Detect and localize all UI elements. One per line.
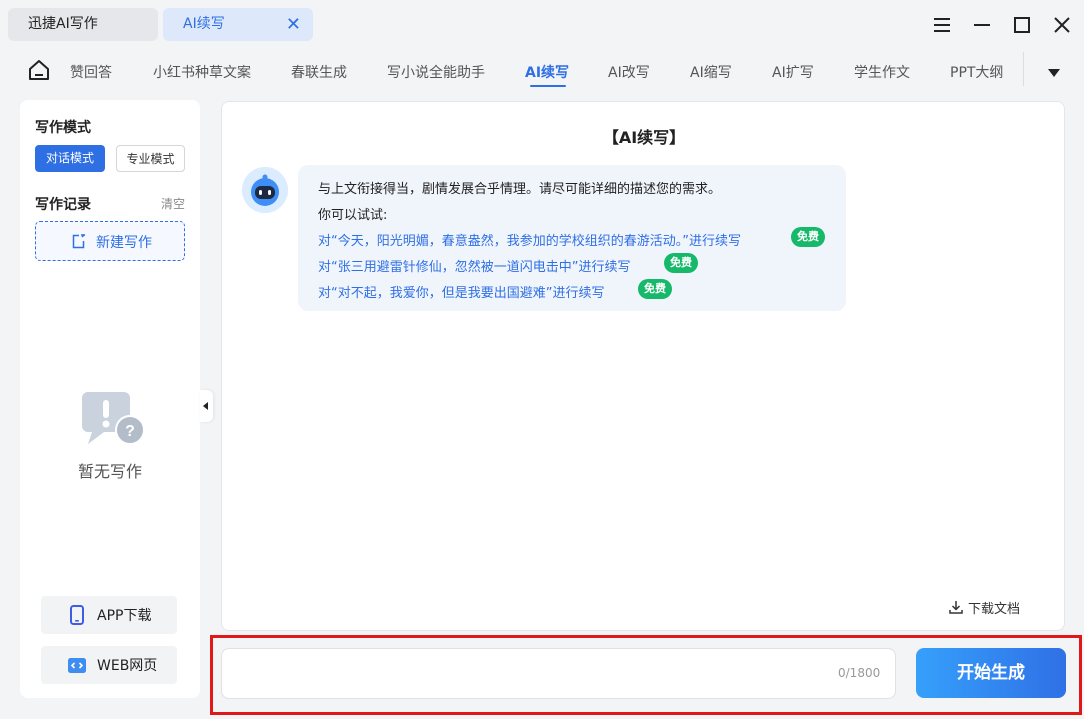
close-tab-icon[interactable]: ✕ xyxy=(286,8,301,41)
nav-item-ai-shorten[interactable]: AI缩写 xyxy=(690,62,732,82)
assistant-message: 与上文衔接得当，剧情发展合乎情理。请尽可能详细的描述您的需求。 你可以试试: 对… xyxy=(298,165,846,311)
new-document-icon xyxy=(71,234,86,249)
nav-item-ppt-outline[interactable]: PPT大纲 xyxy=(950,62,1003,82)
download-icon xyxy=(948,599,964,615)
clear-records-button[interactable]: 清空 xyxy=(161,195,185,212)
sidebar: 写作模式 对话模式 专业模式 写作记录 清空 新建写作 ? 暂无写作 APP下载… xyxy=(20,100,200,698)
title-bar: 迅捷AI写作 AI续写 ✕ xyxy=(0,0,1084,50)
nav-item-novel-assistant[interactable]: 写小说全能助手 xyxy=(387,62,485,82)
home-icon[interactable] xyxy=(28,59,50,81)
writing-records-title: 写作记录 xyxy=(35,197,91,213)
feature-nav: 赞回答 小红书种草文案 春联生成 写小说全能助手 AI续写 AI改写 AI缩写 … xyxy=(0,50,1084,90)
nav-more-chevron-icon[interactable] xyxy=(1046,64,1062,77)
tab-xunjie-ai-writing[interactable]: 迅捷AI写作 xyxy=(8,8,158,41)
free-badge: 免费 xyxy=(638,279,672,299)
message-intro: 与上文衔接得当，剧情发展合乎情理。请尽可能详细的描述您的需求。 xyxy=(318,182,722,197)
new-writing-label: 新建写作 xyxy=(96,235,152,251)
close-window-icon[interactable] xyxy=(1049,12,1075,38)
nav-divider xyxy=(1023,52,1024,86)
empty-state-text: 暂无写作 xyxy=(77,462,142,481)
tab-label: 迅捷AI写作 xyxy=(28,16,98,32)
nav-item-ai-expand[interactable]: AI扩写 xyxy=(772,62,814,82)
phone-icon xyxy=(67,605,87,625)
chat-panel: 【AI续写】 与上文衔接得当，剧情发展合乎情理。请尽可能详细的描述您的需求。 你… xyxy=(221,101,1065,631)
mode-professional-button[interactable]: 专业模式 xyxy=(116,145,185,172)
free-badge: 免费 xyxy=(791,227,825,247)
download-label: 下载文档 xyxy=(968,602,1021,617)
message-try-label: 你可以试试: xyxy=(318,208,388,223)
collapse-sidebar-handle[interactable] xyxy=(200,390,213,422)
free-badge: 免费 xyxy=(664,253,698,273)
writing-mode-title: 写作模式 xyxy=(35,120,91,136)
nav-item-ai-rewrite[interactable]: AI改写 xyxy=(608,62,650,82)
download-document-button[interactable]: 下载文档 xyxy=(949,598,1021,617)
suggestion-link[interactable]: 对“对不起，我爱你，但是我要出国避难”进行续写 xyxy=(318,282,604,301)
menu-icon[interactable] xyxy=(929,12,955,38)
web-code-icon xyxy=(67,655,87,675)
nav-item-student-essay[interactable]: 学生作文 xyxy=(854,62,910,82)
suggestion-link[interactable]: 对“今天，阳光明媚，春意盎然，我参加的学校组织的春游活动。”进行续写 xyxy=(318,230,741,249)
mode-dialog-button[interactable]: 对话模式 xyxy=(35,145,105,172)
svg-text:?: ? xyxy=(125,423,135,440)
app-download-label: APP下载 xyxy=(97,608,152,624)
prompt-input[interactable] xyxy=(221,648,896,699)
maximize-icon[interactable] xyxy=(1009,12,1035,38)
robot-avatar-icon xyxy=(242,167,288,213)
minimize-icon[interactable] xyxy=(969,12,995,38)
nav-item-zan-answer[interactable]: 赞回答 xyxy=(70,62,112,82)
empty-state-icon: ? xyxy=(78,390,146,450)
nav-active-indicator xyxy=(530,85,566,87)
tab-label: AI续写 xyxy=(183,16,225,32)
tab-ai-continue[interactable]: AI续写 ✕ xyxy=(163,8,313,41)
start-generate-button[interactable]: 开始生成 xyxy=(916,648,1066,698)
nav-item-ai-continue[interactable]: AI续写 xyxy=(525,62,569,82)
app-download-button[interactable]: APP下载 xyxy=(41,596,177,634)
web-page-label: WEB网页 xyxy=(97,658,158,674)
nav-item-xiaohongshu[interactable]: 小红书种草文案 xyxy=(153,62,251,82)
char-counter: 0/1800 xyxy=(838,666,881,680)
web-page-button[interactable]: WEB网页 xyxy=(41,646,177,684)
suggestion-link[interactable]: 对“张三用避雷针修仙，忽然被一道闪电击中”进行续写 xyxy=(318,256,630,275)
chat-title: 【AI续写】 xyxy=(602,128,686,147)
new-writing-button[interactable]: 新建写作 xyxy=(35,221,185,261)
nav-item-couplet[interactable]: 春联生成 xyxy=(291,62,347,82)
